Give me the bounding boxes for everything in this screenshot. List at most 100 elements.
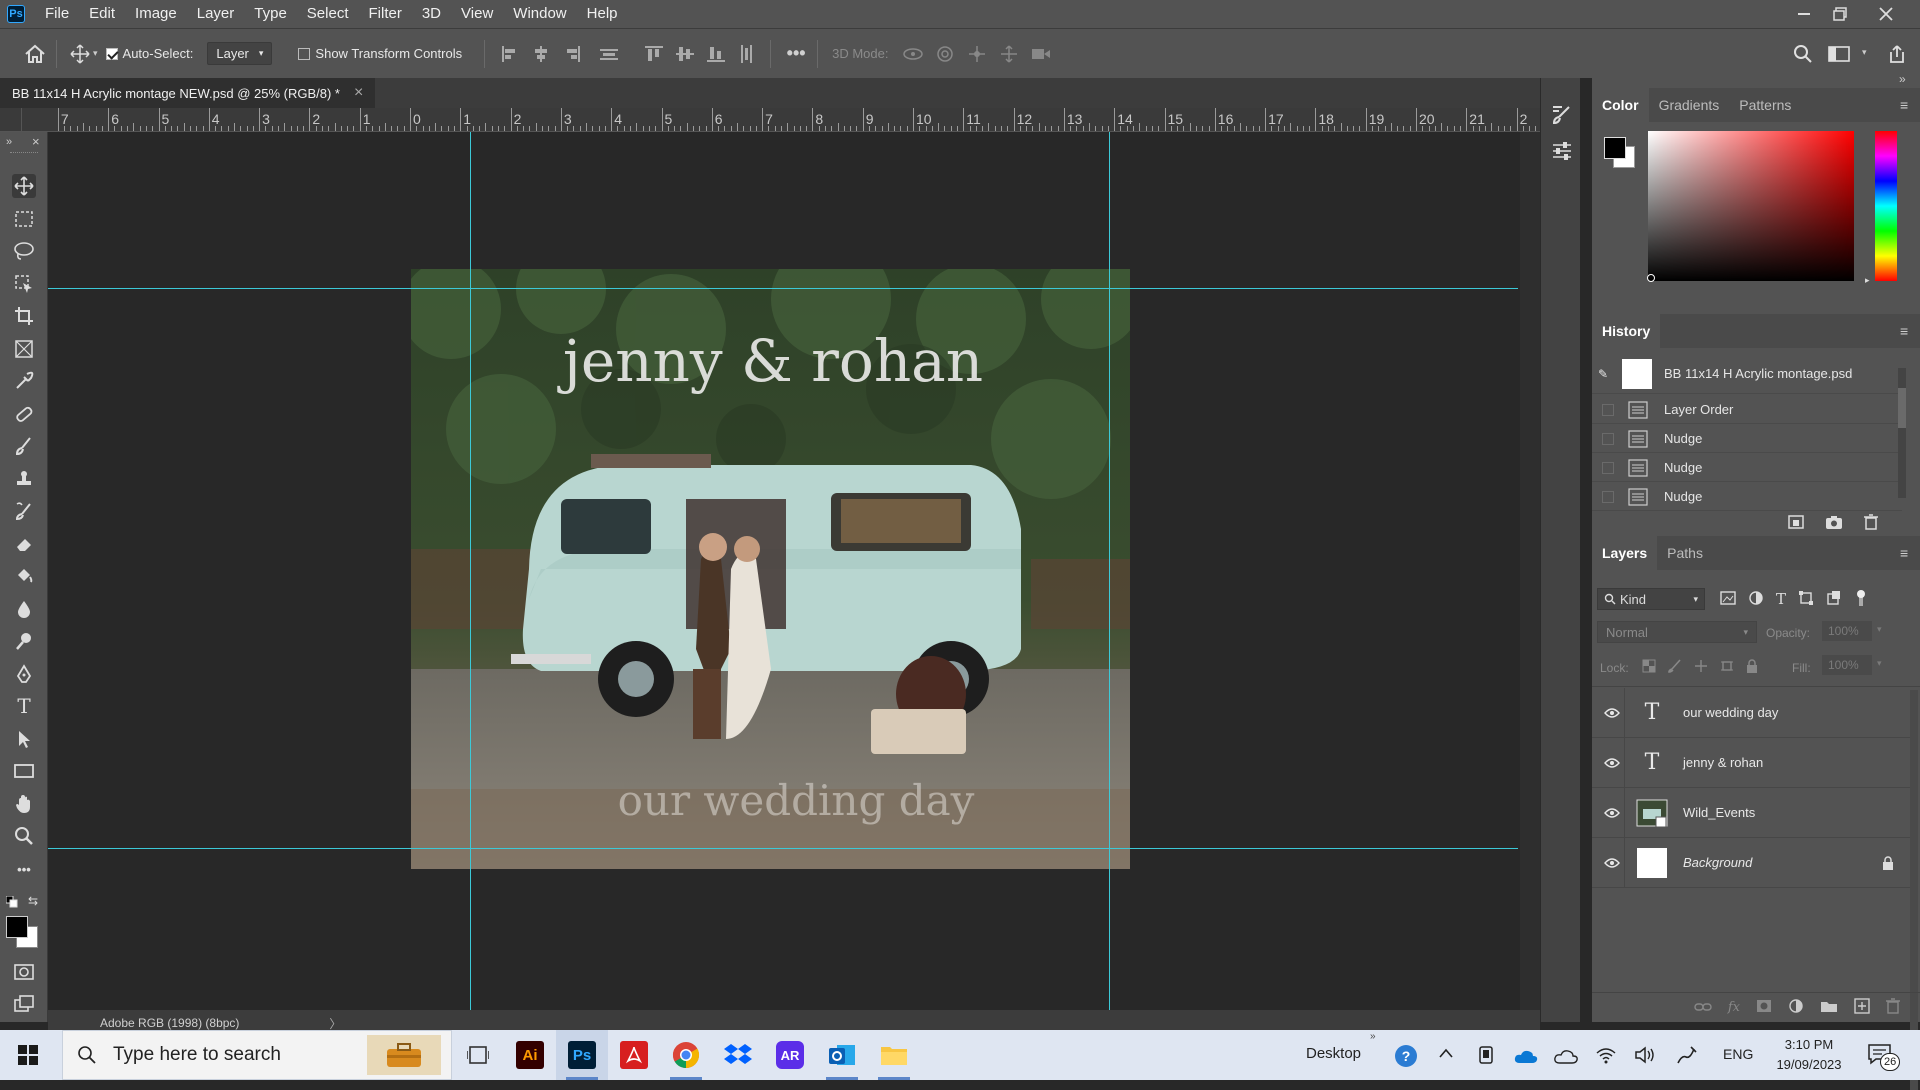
3d-slide-icon[interactable] — [998, 43, 1020, 65]
taskbar-dropbox[interactable] — [712, 1030, 764, 1080]
rectangle-tool-icon[interactable] — [12, 759, 36, 783]
tab-gradients[interactable]: Gradients — [1649, 88, 1730, 122]
filter-shape-icon[interactable] — [1798, 590, 1814, 609]
menu-window[interactable]: Window — [503, 0, 576, 28]
horizontal-guide[interactable] — [48, 288, 1518, 289]
menu-edit[interactable]: Edit — [79, 0, 125, 28]
align-middle-v-icon[interactable] — [674, 43, 696, 65]
lock-all-icon[interactable] — [1746, 659, 1758, 676]
path-selection-tool-icon[interactable] — [12, 727, 36, 751]
hand-tool-icon[interactable] — [12, 792, 36, 816]
visibility-eye-icon[interactable] — [1604, 805, 1622, 821]
layer-row[interactable]: Background — [1592, 837, 1910, 888]
taskbar-photoshop[interactable]: Ps — [556, 1030, 608, 1080]
minimize-button[interactable] — [1786, 0, 1822, 28]
link-layers-icon[interactable] — [1694, 1000, 1712, 1015]
crop-tool-icon[interactable] — [12, 304, 36, 328]
align-right-icon[interactable] — [561, 43, 583, 65]
menu-layer[interactable]: Layer — [187, 0, 245, 28]
align-center-h-icon[interactable] — [530, 43, 552, 65]
search-icon[interactable] — [1792, 43, 1814, 65]
3d-roll-icon[interactable] — [934, 43, 956, 65]
show-hidden-icons-icon[interactable] — [1438, 1047, 1454, 1062]
share-icon[interactable] — [1886, 43, 1908, 65]
vertical-guide[interactable] — [470, 132, 471, 1010]
lasso-tool-icon[interactable] — [12, 239, 36, 263]
desktop-toolbar-label[interactable]: Desktop — [1306, 1045, 1361, 1062]
taskbar-file-explorer[interactable] — [868, 1030, 920, 1080]
history-source-checkbox[interactable] — [1602, 490, 1614, 503]
menu-image[interactable]: Image — [125, 0, 187, 28]
task-view-button[interactable] — [452, 1030, 504, 1080]
color-fg-swatch[interactable] — [1604, 137, 1626, 159]
menu-type[interactable]: Type — [244, 0, 297, 28]
visibility-eye-icon[interactable] — [1604, 705, 1622, 721]
taskbar-outlook[interactable] — [816, 1030, 868, 1080]
canvas-area[interactable]: jenny & rohan our wedding day — [48, 132, 1518, 1010]
collapse-panel-icon[interactable]: » — [1899, 72, 1906, 86]
zoom-tool-icon[interactable] — [12, 824, 36, 848]
more-options-icon[interactable]: ••• — [785, 43, 807, 65]
input-language-label[interactable]: ENG — [1723, 1046, 1753, 1062]
menu-3d[interactable]: 3D — [412, 0, 451, 28]
wifi-icon[interactable] — [1596, 1046, 1616, 1067]
blur-tool-icon[interactable] — [12, 597, 36, 621]
pen-tool-icon[interactable] — [12, 662, 36, 686]
tab-color[interactable]: Color — [1592, 88, 1649, 122]
new-group-icon[interactable] — [1820, 999, 1838, 1016]
tab-paths[interactable]: Paths — [1657, 536, 1713, 570]
move-tool-icon[interactable] — [12, 174, 36, 198]
color-picker-field[interactable] — [1648, 131, 1854, 281]
new-adjustment-icon[interactable] — [1788, 998, 1804, 1017]
history-step[interactable]: Nudge — [1592, 425, 1902, 453]
snapshot-camera-icon[interactable] — [1825, 514, 1843, 533]
foreground-color-swatch[interactable] — [6, 916, 28, 938]
history-source-checkbox[interactable] — [1602, 461, 1614, 474]
lock-pixels-icon[interactable] — [1668, 659, 1682, 676]
quick-mask-icon[interactable] — [12, 960, 36, 984]
history-step[interactable]: Layer Order — [1592, 396, 1902, 424]
start-button[interactable] — [4, 1030, 52, 1080]
history-scrollbar[interactable] — [1898, 368, 1906, 498]
show-transform-checkbox[interactable] — [298, 47, 311, 60]
menu-filter[interactable]: Filter — [359, 0, 412, 28]
layer-row[interactable]: Tjenny & rohan — [1592, 737, 1910, 788]
adjustments-icon[interactable] — [1551, 140, 1573, 165]
visibility-eye-icon[interactable] — [1604, 755, 1622, 771]
screen-mode-icon[interactable] — [12, 992, 36, 1016]
toolbar-close-icon[interactable]: × — [32, 134, 40, 149]
lock-artboard-icon[interactable] — [1720, 659, 1734, 676]
tab-history[interactable]: History — [1592, 314, 1661, 348]
hue-slider[interactable] — [1875, 131, 1897, 281]
fx-icon[interactable]: fx — [1728, 1000, 1740, 1015]
history-source-checkbox[interactable] — [1602, 403, 1614, 416]
history-step[interactable]: Nudge — [1592, 454, 1902, 482]
notifications-icon[interactable]: 26 — [1868, 1043, 1901, 1071]
document-canvas[interactable]: jenny & rohan our wedding day — [411, 269, 1130, 869]
panel-menu-icon[interactable]: ≡ — [1900, 545, 1914, 561]
layer-row[interactable]: Wild_Events — [1592, 787, 1910, 838]
lock-position-icon[interactable] — [1694, 659, 1708, 676]
align-bottom-icon[interactable] — [705, 43, 727, 65]
home-icon[interactable] — [24, 43, 46, 65]
chevron-down-icon[interactable]: ▾ — [1877, 658, 1882, 669]
visibility-eye-icon[interactable] — [1604, 855, 1622, 871]
layer-filter-dropdown[interactable]: Kind ▾ — [1597, 588, 1705, 610]
close-button[interactable] — [1868, 0, 1904, 28]
lock-transparent-icon[interactable] — [1642, 659, 1656, 676]
lock-icon[interactable] — [1882, 855, 1894, 870]
workspace-icon[interactable] — [1828, 43, 1850, 65]
restore-button[interactable] — [1822, 0, 1858, 28]
move-tool-icon[interactable] — [69, 43, 91, 65]
new-layer-icon[interactable] — [1854, 998, 1870, 1017]
default-colors-icon[interactable] — [5, 895, 18, 908]
frame-tool-icon[interactable] — [12, 337, 36, 361]
search-highlight-icon[interactable] — [367, 1035, 441, 1075]
history-step[interactable]: Nudge — [1592, 483, 1902, 511]
onedrive-icon[interactable] — [1514, 1048, 1538, 1067]
filter-toggle-icon[interactable] — [1854, 590, 1868, 609]
menu-select[interactable]: Select — [297, 0, 359, 28]
taskbar-chrome[interactable] — [660, 1030, 712, 1080]
document-tab[interactable]: BB 11x14 H Acrylic montage NEW.psd @ 25%… — [0, 78, 376, 108]
device-icon[interactable] — [1478, 1045, 1494, 1068]
